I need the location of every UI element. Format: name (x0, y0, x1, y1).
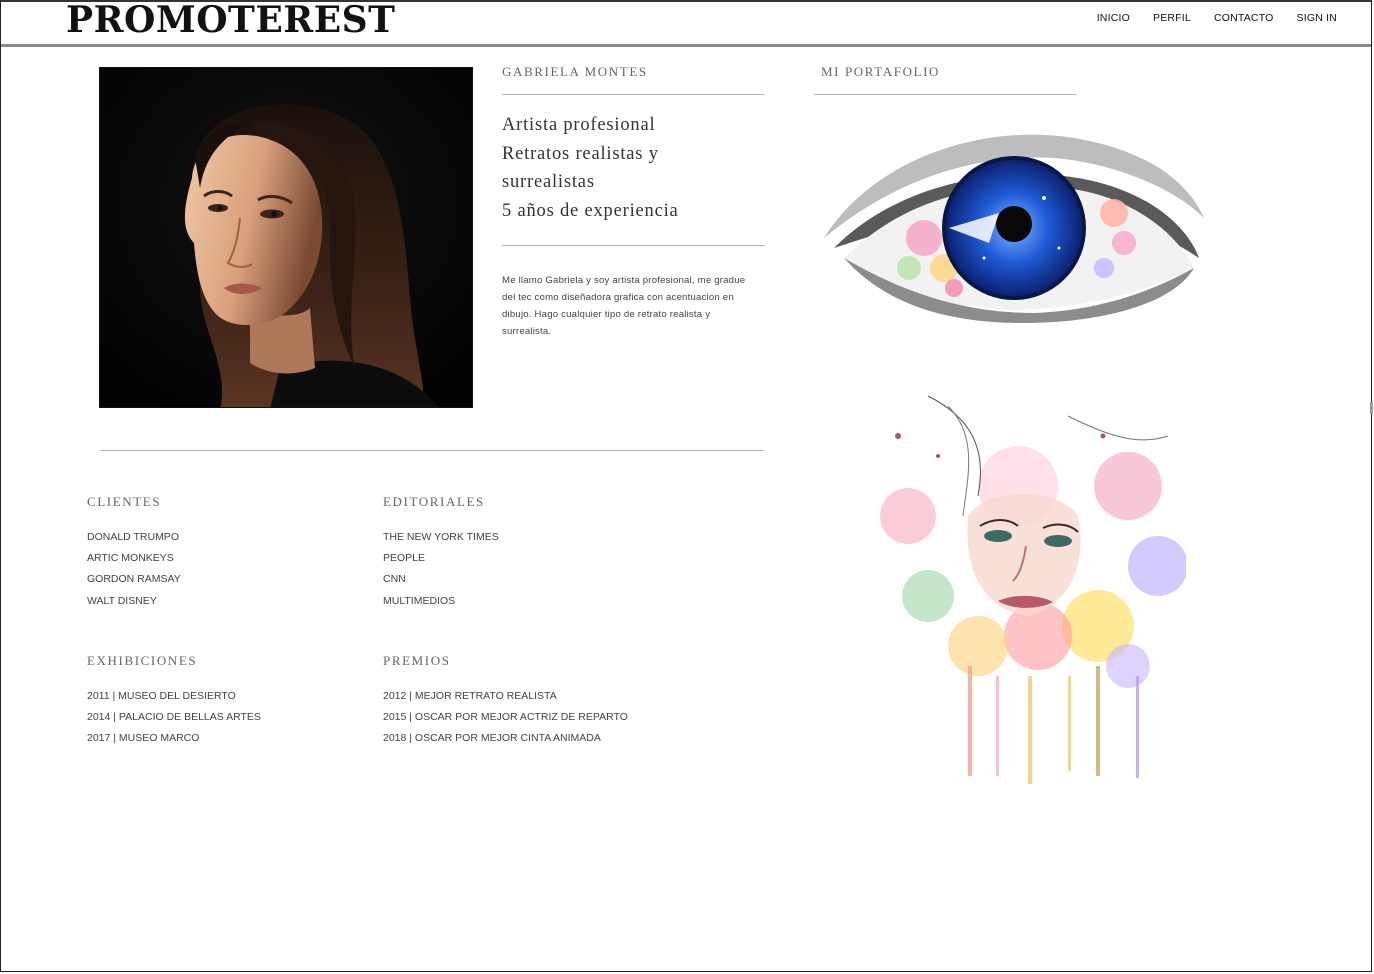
editoriales-list: THE NEW YORK TIMES PEOPLE CNN MULTIMEDIO… (383, 530, 499, 615)
list-item: 2017 | MUSEO MARCO (87, 732, 200, 745)
site-logo[interactable]: PROMOTEREST (66, 0, 395, 42)
artist-tagline: Artista profesional Retratos realistas y… (502, 111, 772, 225)
list-item: MULTIMEDIOS (383, 594, 456, 607)
site-header: PROMOTEREST INICIO PERFIL CONTACTO SIGN … (1, 0, 1371, 47)
tagline-line: Artista profesional (502, 115, 656, 135)
main-nav: INICIO PERFIL CONTACTO SIGN IN (1074, 12, 1337, 24)
list-item: 2011 | MUSEO DEL DESIERTO (87, 690, 236, 702)
divider (502, 245, 765, 246)
exhibiciones-list: 2011 | MUSEO DEL DESIERTO 2014 | PALACIO… (87, 689, 261, 753)
list-item: CNN (383, 573, 406, 586)
list-item: 2012 | MEJOR RETRATO REALISTA (383, 690, 557, 702)
scrollbar-marker[interactable] (1370, 402, 1373, 414)
list-item: THE NEW YORK TIMES (383, 531, 499, 543)
list-item: WALT DISNEY (87, 594, 157, 607)
artist-bio: Me llamo Gabriela y soy artista profesio… (502, 275, 746, 337)
clientes-list: DONALD TRUMPO ARTIC MONKEYS GORDON RAMSA… (87, 530, 181, 615)
nav-sign-in[interactable]: SIGN IN (1297, 12, 1338, 24)
list-item: 2014 | PALACIO DE BELLAS ARTES (87, 711, 261, 724)
exhibiciones-title: EXHIBICIONES (87, 653, 198, 668)
premios-title: PREMIOS (383, 653, 451, 668)
tagline-line: 5 años de experiencia (502, 200, 679, 221)
portfolio-eye-artwork[interactable] (814, 118, 1210, 333)
section-divider (100, 450, 764, 451)
nav-inicio[interactable]: INICIO (1097, 12, 1130, 24)
portfolio-title: MI PORTAFOLIO (821, 64, 941, 79)
profile-photo (99, 67, 473, 408)
nav-perfil[interactable]: PERFIL (1153, 12, 1191, 24)
list-item: 2015 | OSCAR POR MEJOR ACTRIZ DE REPARTO (383, 711, 628, 724)
portfolio-watercolor-artwork[interactable] (868, 376, 1188, 784)
divider (814, 94, 1077, 95)
premios-list: 2012 | MEJOR RETRATO REALISTA 2015 | OSC… (383, 689, 628, 753)
list-item: ARTIC MONKEYS (87, 552, 174, 565)
list-item: 2018 | OSCAR POR MEJOR CINTA ANIMADA (383, 732, 601, 745)
list-item: GORDON RAMSAY (87, 573, 181, 586)
tagline-line: surrealistas (502, 172, 595, 192)
artist-name: GABRIELA MONTES (502, 64, 648, 79)
clientes-title: CLIENTES (87, 494, 162, 509)
tagline-line: Retratos realistas y (502, 143, 659, 164)
list-item: DONALD TRUMPO (87, 531, 179, 543)
list-item: PEOPLE (383, 552, 426, 565)
editoriales-title: EDITORIALES (383, 494, 485, 509)
divider (502, 94, 765, 95)
nav-contacto[interactable]: CONTACTO (1214, 12, 1274, 24)
